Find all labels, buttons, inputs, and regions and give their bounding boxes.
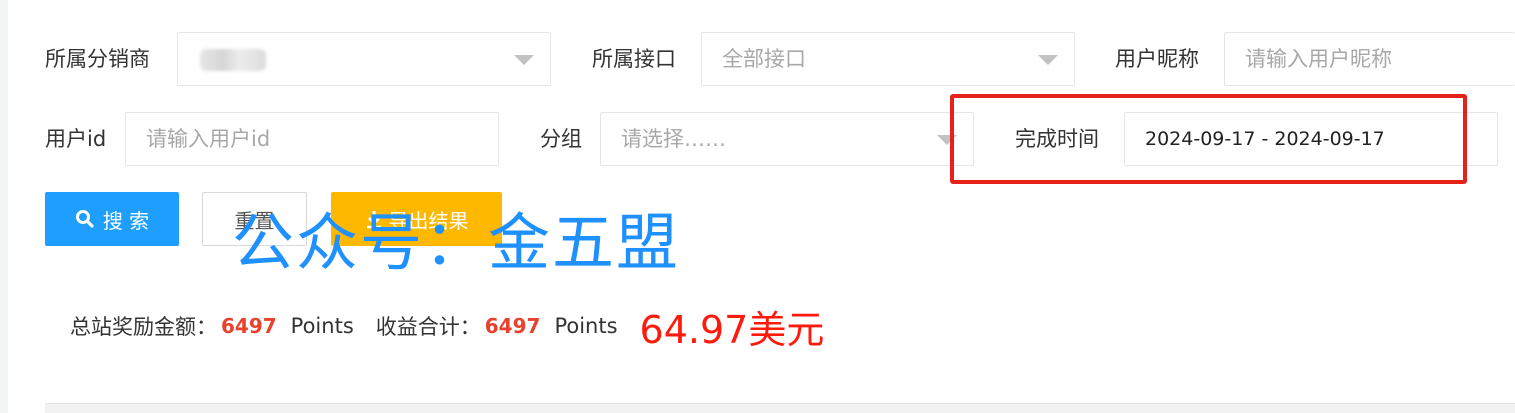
- group-label: 分组: [540, 127, 582, 151]
- left-rail: [0, 0, 8, 413]
- distributor-select[interactable]: [177, 32, 551, 86]
- interface-select[interactable]: 全部接口: [701, 32, 1075, 86]
- chevron-down-icon: [514, 55, 534, 65]
- user-id-input[interactable]: 请输入用户id: [125, 112, 499, 166]
- distributor-blurred-value: [200, 49, 266, 71]
- income-value: 6497: [484, 314, 541, 338]
- search-button[interactable]: 搜 索: [45, 192, 179, 246]
- interface-select-value: 全部接口: [722, 47, 806, 71]
- user-id-label: 用户id: [45, 127, 107, 151]
- nickname-placeholder: 请输入用户昵称: [1245, 47, 1392, 71]
- search-icon: [75, 210, 94, 228]
- distributor-label: 所属分销商: [45, 47, 150, 71]
- summary-bar: 总站奖励金额： 6497 Points 收益合计： 6497 Points 64…: [70, 296, 824, 356]
- income-label: 收益合计：: [375, 315, 481, 339]
- watermark-text: 公众号：金五盟: [232, 206, 681, 279]
- group-placeholder: 请选择……: [621, 127, 726, 151]
- interface-label: 所属接口: [592, 47, 676, 71]
- income-unit: Points: [554, 314, 618, 338]
- user-id-placeholder: 请输入用户id: [146, 127, 271, 151]
- total-reward-value: 6497: [221, 314, 277, 338]
- table-header-strip: [45, 403, 1515, 413]
- group-select[interactable]: 请选择……: [600, 112, 974, 166]
- chevron-down-icon: [1038, 55, 1058, 65]
- nickname-input[interactable]: 请输入用户昵称: [1224, 32, 1515, 86]
- total-reward-label: 总站奖励金额：: [70, 315, 217, 339]
- search-button-label: 搜 索: [102, 208, 150, 233]
- total-reward-unit: Points: [290, 314, 354, 338]
- nickname-label: 用户昵称: [1115, 47, 1199, 71]
- usd-amount: 64.97美元: [639, 307, 825, 352]
- highlight-box: [950, 94, 1467, 184]
